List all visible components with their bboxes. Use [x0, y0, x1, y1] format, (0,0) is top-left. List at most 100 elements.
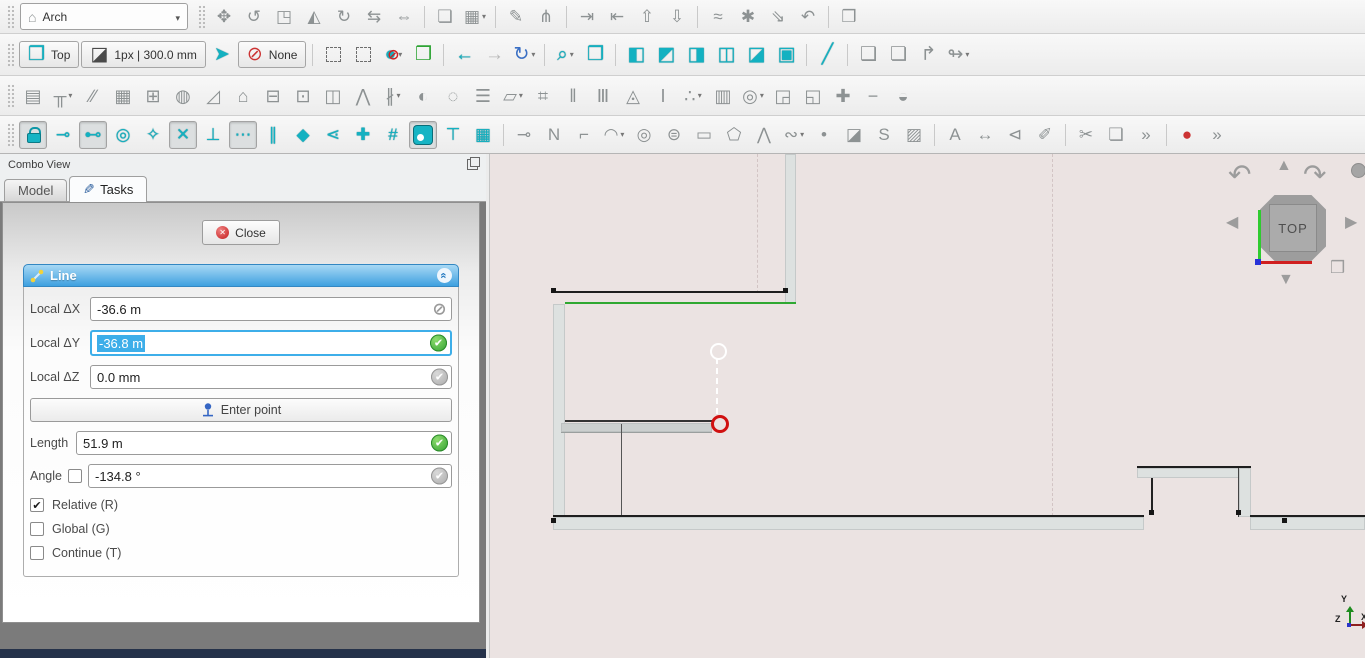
arch-window-icon[interactable]: ◫ — [319, 82, 347, 110]
angle-lock-checkbox[interactable] — [68, 469, 82, 483]
toggle-construction-icon[interactable]: ●⊘▾ — [379, 41, 407, 69]
arch-profile-icon[interactable]: I — [649, 82, 677, 110]
draft-wire-to-bspline-icon[interactable]: ≈ — [704, 3, 732, 31]
arch-remove-component-icon[interactable]: − — [859, 82, 887, 110]
draft-label-icon[interactable]: ⊲ — [1001, 121, 1029, 149]
nav-rotate-left-icon[interactable]: ↶ — [1228, 161, 1251, 189]
draft-edit-icon[interactable]: ✎ — [502, 3, 530, 31]
tab-tasks[interactable]: Tasks — [69, 176, 147, 202]
export-all-icon[interactable]: ↬▾ — [944, 41, 972, 69]
arch-cut-plane-icon[interactable]: ◲ — [769, 82, 797, 110]
toolbar-overflow-icon[interactable]: » — [1132, 121, 1160, 149]
toolbar-handle[interactable] — [7, 5, 14, 29]
open-folder-icon[interactable]: ❏ — [884, 41, 912, 69]
arch-wall-icon[interactable]: ▤ — [19, 82, 47, 110]
snap-near-icon[interactable]: ⋖ — [319, 121, 347, 149]
arch-stairs-icon[interactable]: ☰ — [469, 82, 497, 110]
draft-arc-icon-dropdown[interactable]: ▾ — [620, 130, 624, 139]
nav-cube-face-label[interactable]: TOP — [1269, 204, 1317, 252]
arch-survey-icon[interactable]: ◒ — [889, 82, 917, 110]
global-checkbox[interactable] — [30, 522, 44, 536]
nav-orbit-dot[interactable] — [1351, 163, 1365, 178]
export-icon[interactable]: ↱ — [914, 41, 942, 69]
angle-input[interactable]: -134.8 ° — [88, 464, 452, 488]
snap-working-plane-icon[interactable] — [409, 121, 437, 149]
line-style-button[interactable]: ◪1px | 300.0 mm — [81, 41, 205, 68]
snap-midpoint-icon[interactable]: ⊷ — [79, 121, 107, 149]
drawn-wall-band[interactable] — [561, 423, 712, 433]
draft-circle-icon[interactable]: ◎ — [630, 121, 658, 149]
nav-forward-icon[interactable]: → — [480, 41, 508, 69]
draft-clone-icon[interactable]: ❏ — [431, 3, 459, 31]
continue-checkbox[interactable] — [30, 546, 44, 560]
3d-viewport[interactable]: ↶ ↷ ▲ ▼ ◀ ▶ ❒ TOP Y Z X — [490, 154, 1365, 658]
wall-segment[interactable] — [785, 154, 796, 303]
draft-hatch-icon[interactable]: ▨ — [900, 121, 928, 149]
draft-facebinder-icon[interactable]: ◪ — [840, 121, 868, 149]
arch-pipe-icon[interactable]: ◎▾ — [739, 82, 767, 110]
workbench-selector[interactable]: ⌂ Arch — [20, 3, 188, 30]
draft-downgrade-icon[interactable]: ⇩ — [663, 3, 691, 31]
toolbar-handle[interactable] — [7, 43, 14, 67]
draft-bezier-icon[interactable]: ∾▾ — [780, 121, 808, 149]
arch-material-icon-dropdown[interactable]: ▾ — [698, 91, 702, 100]
nav-back-icon[interactable]: ← — [450, 41, 478, 69]
draft-mirror-icon[interactable]: ◭ — [300, 3, 328, 31]
bbox-element-selection-icon[interactable] — [349, 41, 377, 69]
length-input[interactable]: 51.9 m — [76, 431, 452, 455]
draft-point-array-icon[interactable]: ✱ — [734, 3, 762, 31]
niche-left-jamb[interactable] — [1151, 478, 1153, 511]
toolbar-handle[interactable] — [7, 123, 14, 147]
draft-layer-icon[interactable]: ❒ — [835, 3, 863, 31]
wall-edge-line[interactable] — [553, 291, 787, 293]
float-panel-icon[interactable] — [467, 159, 478, 170]
bbox-selection-icon[interactable] — [319, 41, 347, 69]
arch-axis-icon[interactable]: ∦▾ — [379, 82, 407, 110]
draft-bspline-icon[interactable]: ⋀ — [750, 121, 778, 149]
collapse-chevron-icon[interactable] — [437, 268, 452, 283]
snap-extension-icon[interactable]: ⋯ — [229, 121, 257, 149]
arch-drawing-icon[interactable]: ⊟ — [259, 82, 287, 110]
draft-join-icon[interactable]: ⇥ — [573, 3, 601, 31]
draft-dimension-icon[interactable]: ↔ — [971, 121, 999, 149]
arch-section-plane-icon[interactable]: ◐ — [409, 82, 437, 110]
view-right-icon[interactable]: ◨ — [682, 41, 710, 69]
nav-mini-cube-icon[interactable]: ❒ — [1330, 259, 1345, 276]
draft-stretch-icon[interactable]: ⇔ — [390, 3, 418, 31]
export-all-icon-dropdown[interactable]: ▾ — [965, 50, 969, 59]
snap-intersection-icon[interactable]: ✕ — [169, 121, 197, 149]
arch-frame-icon[interactable]: ⌗ — [529, 82, 557, 110]
arch-site-icon[interactable]: ◿ — [199, 82, 227, 110]
draft-scale-icon[interactable]: ◳ — [270, 3, 298, 31]
draft-trimex-icon[interactable]: ⇆ — [360, 3, 388, 31]
arch-truss-icon[interactable]: ◬ — [619, 82, 647, 110]
toolbar-overflow2-icon[interactable]: » — [1203, 121, 1231, 149]
draft-bezier-icon-dropdown[interactable]: ▾ — [800, 130, 804, 139]
autogroup-button[interactable]: ⊘None — [238, 41, 307, 68]
snap-dimensions-icon[interactable]: ⊤ — [439, 121, 467, 149]
snap-grid-icon[interactable]: # — [379, 121, 407, 149]
arch-material-icon[interactable]: ∴▾ — [679, 82, 707, 110]
arch-roof-icon[interactable]: ⋀ — [349, 82, 377, 110]
macro-record-icon[interactable]: ● — [1173, 121, 1201, 149]
enter-point-button[interactable]: Enter point — [30, 398, 452, 422]
draft-text-icon[interactable]: A — [941, 121, 969, 149]
draft-polygon-icon[interactable]: ⬠ — [720, 121, 748, 149]
draft-ellipse-icon[interactable]: ⊜ — [660, 121, 688, 149]
wall-segment[interactable] — [553, 517, 1144, 530]
snap-endpoint-icon[interactable]: ⊸ — [49, 121, 77, 149]
snap-center-icon[interactable]: ◎ — [109, 121, 137, 149]
draft-polyline-icon[interactable]: N — [540, 121, 568, 149]
dy-input[interactable]: -36.8 m — [90, 330, 452, 356]
view-rear-icon[interactable]: ◫ — [712, 41, 740, 69]
close-button[interactable]: Close — [202, 220, 280, 245]
snap-lock-icon[interactable] — [19, 121, 47, 149]
draft-point-icon[interactable]: • — [810, 121, 838, 149]
nav-up-icon[interactable]: ▲ — [1276, 158, 1292, 174]
nav-right-icon[interactable]: ▶ — [1345, 215, 1357, 231]
dx-input[interactable]: -36.6 m — [90, 297, 452, 321]
draft-split-icon[interactable]: ⇤ — [603, 3, 631, 31]
draft-rotate-icon[interactable]: ↺ — [240, 3, 268, 31]
arch-curtainwall-icon[interactable]: ▦ — [109, 82, 137, 110]
view-bottom-icon[interactable]: ◪ — [742, 41, 770, 69]
